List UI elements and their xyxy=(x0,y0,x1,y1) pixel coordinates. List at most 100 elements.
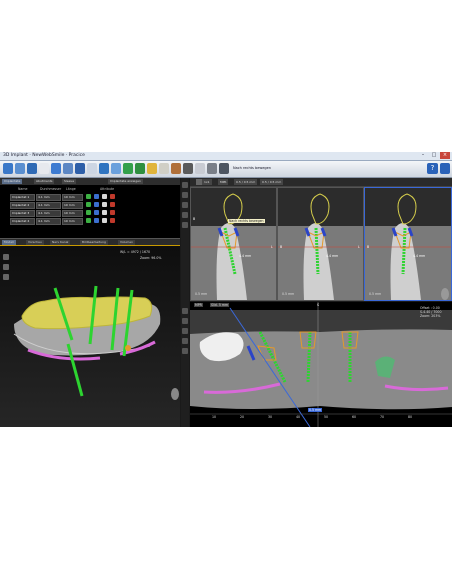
ruler-tick: 40 xyxy=(296,415,301,419)
tab-abutments[interactable]: Abutments xyxy=(34,179,55,184)
cross-section-view[interactable]: B L 4.4 mm 0.5 mm xyxy=(277,187,364,301)
implant-row[interactable]: Implantat 4 4.1 mm 10 mm xyxy=(2,217,178,225)
export-icon[interactable] xyxy=(39,163,49,174)
tab-show-implants[interactable]: Implantate anzeigen xyxy=(108,179,143,184)
visibility-icon[interactable] xyxy=(94,218,99,223)
density-icon[interactable] xyxy=(183,163,193,174)
lock-icon[interactable] xyxy=(102,218,107,223)
view-icon[interactable] xyxy=(51,163,61,174)
implant-icon[interactable] xyxy=(123,163,133,174)
color-chip[interactable] xyxy=(86,202,91,207)
cross-section-view[interactable]: B 4.4 mm 0.5 mm xyxy=(364,187,452,301)
tooth-icon[interactable] xyxy=(195,163,205,174)
implant-row[interactable]: Implantat 3 4.1 mm 10 mm xyxy=(2,209,178,217)
help-icon[interactable]: ? xyxy=(427,163,438,174)
implant-row[interactable]: Implantat 1 4.1 mm 10 mm xyxy=(2,193,178,201)
title-bar: 3D Implant · NewWebSmile · Pracice – □ × xyxy=(0,152,452,161)
implant-length[interactable]: 10 mm xyxy=(62,194,83,201)
settings-icon[interactable] xyxy=(207,163,217,174)
implant-row[interactable]: Implantat 2 4.1 mm 10 mm xyxy=(2,201,178,209)
implant-diameter[interactable]: 4.1 mm xyxy=(36,202,61,209)
implant-diameter[interactable]: 4.1 mm xyxy=(36,218,61,225)
column-diameter: Durchmesser xyxy=(40,187,62,191)
home-icon[interactable] xyxy=(182,182,188,188)
pano-mpr-button[interactable]: MPR xyxy=(194,303,203,307)
visibility-icon[interactable] xyxy=(94,194,99,199)
color-chip[interactable] xyxy=(86,210,91,215)
ruler-tick: 80 xyxy=(408,415,413,419)
scale-label: 0.5 mm xyxy=(308,408,323,412)
implant-name[interactable]: Implantat 3 xyxy=(10,210,35,217)
visibility-icon[interactable] xyxy=(94,210,99,215)
cut-icon[interactable] xyxy=(219,163,229,174)
mpr-button[interactable]: MPR xyxy=(218,179,229,185)
implant-length[interactable]: 10 mm xyxy=(62,218,83,225)
ruler-tick: 60 xyxy=(352,415,357,419)
delete-icon[interactable] xyxy=(110,210,115,215)
implant-panel: Implantate Abutments Sleeve Implantate a… xyxy=(0,178,180,238)
open-icon[interactable] xyxy=(3,163,13,174)
visibility-icon[interactable] xyxy=(94,202,99,207)
pano-slice-button[interactable]: Slid. 5 mm xyxy=(210,303,230,307)
cross-sections: B L 4.4 mm 0.5 mm B L 4.4 mm 0.5 mm B 4.… xyxy=(190,187,452,301)
measure-icon[interactable] xyxy=(182,348,188,354)
save-icon[interactable] xyxy=(15,163,25,174)
ruler-tick: 30 xyxy=(268,415,273,419)
panoramic-view[interactable]: MPR Slid. 5 mm S Offset : 0.00 S-4.40 / … xyxy=(190,302,452,427)
implant-length[interactable]: 10 mm xyxy=(62,210,83,217)
distance-label: 4.4 mm xyxy=(326,254,339,258)
cross-section-view[interactable]: B L 4.4 mm 0.5 mm xyxy=(190,187,277,301)
contrast-icon[interactable] xyxy=(182,212,188,218)
pan-icon[interactable] xyxy=(182,318,188,324)
tab-sleeve[interactable]: Sleeve xyxy=(62,179,77,184)
maximize-icon[interactable]: □ xyxy=(429,152,439,159)
3d-jaw-render xyxy=(13,285,179,400)
implant-name[interactable]: Implantat 4 xyxy=(10,218,35,225)
close-icon[interactable]: × xyxy=(440,152,450,159)
crown-icon[interactable] xyxy=(159,163,169,174)
model-icon[interactable] xyxy=(171,163,181,174)
implant-name[interactable]: Implantat 2 xyxy=(10,202,35,209)
distance-label: 4.4 mm xyxy=(413,254,426,258)
tool-icon[interactable] xyxy=(75,163,85,174)
pan-icon[interactable] xyxy=(182,192,188,198)
application-window: 3D Implant · NewWebSmile · Pracice – □ ×… xyxy=(0,152,452,427)
delete-icon[interactable] xyxy=(110,218,115,223)
layout-icon[interactable] xyxy=(63,163,73,174)
home-icon[interactable] xyxy=(182,308,188,314)
implant-diameter[interactable]: 4.1 mm xyxy=(36,194,61,201)
print-icon[interactable] xyxy=(27,163,37,174)
info-icon[interactable] xyxy=(440,163,450,174)
tab-implants[interactable]: Implantate xyxy=(2,179,23,184)
zoom-icon[interactable] xyxy=(182,328,188,334)
lock-icon[interactable] xyxy=(102,202,107,207)
panel-tabs: Implantate Abutments Sleeve Implantate a… xyxy=(0,178,180,185)
minimize-icon[interactable]: – xyxy=(418,152,428,159)
measure-icon[interactable] xyxy=(111,163,121,174)
side-toolbar xyxy=(181,178,189,427)
measure-icon[interactable] xyxy=(182,222,188,228)
layout-button[interactable]: 1x1 xyxy=(202,179,212,185)
cursor-icon[interactable] xyxy=(87,163,97,174)
implant-length[interactable]: 10 mm xyxy=(62,202,83,209)
color-chip[interactable] xyxy=(86,194,91,199)
color-chip[interactable] xyxy=(86,218,91,223)
lock-icon[interactable] xyxy=(102,210,107,215)
delete-icon[interactable] xyxy=(110,202,115,207)
slice-distance-button[interactable]: 0.5 / 0.5 mm xyxy=(260,179,284,185)
column-length: Länge xyxy=(66,187,76,191)
3d-view[interactable]: W/L = 4972 / 1670 Zoom: 96.0% xyxy=(0,245,180,427)
slice-toolbar: 1x1 MPR 0.5 / 0.5 mm 0.5 / 0.5 mm xyxy=(190,178,452,187)
marker-lingual: L xyxy=(271,245,273,249)
lock-icon[interactable] xyxy=(102,194,107,199)
implant-name[interactable]: Implantat 1 xyxy=(10,194,35,201)
delete-icon[interactable] xyxy=(110,194,115,199)
nerve-icon[interactable] xyxy=(147,163,157,174)
implant-diameter[interactable]: 4.1 mm xyxy=(36,210,61,217)
contrast-icon[interactable] xyxy=(182,338,188,344)
zoom-icon[interactable] xyxy=(182,202,188,208)
sleeve-icon[interactable] xyxy=(135,163,145,174)
scale-label: 0.5 mm xyxy=(369,292,382,296)
slice-thickness-button[interactable]: 0.5 / 0.5 mm xyxy=(234,179,258,185)
arrow-icon[interactable] xyxy=(99,163,109,174)
